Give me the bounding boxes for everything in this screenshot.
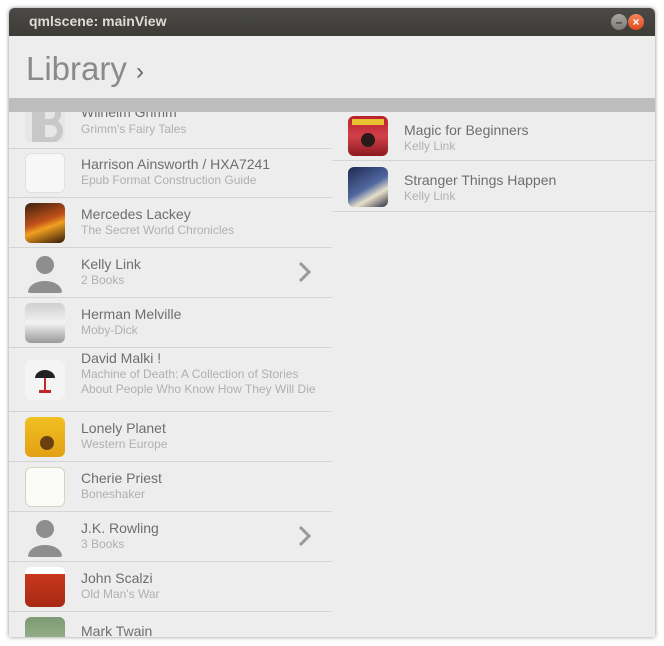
app-window: qmlscene: mainView – × Library › Wilhelm… bbox=[9, 8, 655, 637]
fire-cover bbox=[25, 203, 65, 243]
sunflower-cover bbox=[25, 417, 65, 457]
author-subtitle: Western Europe bbox=[81, 437, 168, 451]
book-author: Kelly Link bbox=[404, 189, 456, 203]
list-item[interactable]: Herman Melville Moby-Dick bbox=[9, 298, 332, 348]
author-list[interactable]: Wilhelm Grimm Grimm's Fairy Tales Harris… bbox=[9, 112, 332, 637]
author-subtitle: Old Man's War bbox=[81, 587, 160, 601]
list-item[interactable]: Kelly Link 2 Books bbox=[9, 248, 332, 298]
umbrella-cover bbox=[25, 360, 65, 400]
chevron-right-icon[interactable] bbox=[297, 261, 313, 283]
chevron-right-icon[interactable] bbox=[297, 525, 313, 547]
author-name: Harrison Ainsworth / HXA7241 bbox=[81, 156, 271, 172]
author-subtitle: Grimm's Fairy Tales bbox=[81, 122, 187, 136]
list-item[interactable]: Lonely Planet Western Europe bbox=[9, 412, 332, 462]
whale-cover bbox=[25, 303, 65, 343]
window-title: qmlscene: mainView bbox=[29, 13, 167, 29]
header-divider bbox=[9, 98, 655, 112]
author-name: Mercedes Lackey bbox=[81, 206, 191, 222]
author-subtitle: Boneshaker bbox=[81, 487, 146, 501]
author-subtitle: 2 Books bbox=[81, 273, 125, 287]
list-item[interactable]: John Scalzi Old Man's War bbox=[9, 562, 332, 612]
page-header: Library › bbox=[9, 36, 655, 98]
author-subtitle: Epub Format Construction Guide bbox=[81, 173, 257, 187]
book-title: Magic for Beginners bbox=[404, 122, 529, 138]
author-name: Mark Twain bbox=[81, 623, 153, 637]
book-list[interactable]: Magic for Beginners Kelly Link Stranger … bbox=[332, 112, 655, 637]
minimize-button[interactable]: – bbox=[611, 14, 627, 30]
author-name: Cherie Priest bbox=[81, 470, 162, 486]
list-item[interactable]: Cherie Priest Boneshaker bbox=[9, 462, 332, 512]
author-subtitle: Moby-Dick bbox=[81, 323, 138, 337]
list-item[interactable]: J.K. Rowling 3 Books bbox=[9, 512, 332, 562]
author-name: Lonely Planet bbox=[81, 420, 166, 436]
author-name: Wilhelm Grimm bbox=[81, 112, 177, 120]
book-title: Stranger Things Happen bbox=[404, 172, 557, 188]
list-item[interactable]: Mercedes Lackey The Secret World Chronic… bbox=[9, 198, 332, 248]
white-cover bbox=[25, 467, 65, 507]
author-name: Kelly Link bbox=[81, 256, 141, 272]
list-item[interactable]: Stranger Things Happen Kelly Link bbox=[332, 162, 655, 212]
page-title: Library bbox=[26, 50, 127, 87]
author-name: David Malki ! bbox=[81, 350, 162, 366]
author-subtitle: The Secret World Chronicles bbox=[81, 223, 235, 237]
list-item[interactable]: David Malki ! Machine of Death: A Collec… bbox=[9, 348, 332, 412]
blank-cover bbox=[25, 153, 65, 193]
person-icon bbox=[25, 517, 65, 557]
list-item[interactable]: Mark Twain bbox=[9, 612, 332, 637]
author-name: John Scalzi bbox=[81, 570, 153, 586]
stranger-cover bbox=[348, 167, 388, 207]
chevron-right-icon[interactable]: › bbox=[136, 58, 144, 86]
author-name: J.K. Rowling bbox=[81, 520, 159, 536]
green-cover bbox=[25, 617, 65, 637]
magic-cover bbox=[348, 116, 388, 156]
close-button[interactable]: × bbox=[628, 14, 644, 30]
list-item[interactable]: Harrison Ainsworth / HXA7241 Epub Format… bbox=[9, 148, 332, 198]
title-bar[interactable]: qmlscene: mainView – × bbox=[9, 8, 655, 36]
list-item[interactable]: Wilhelm Grimm Grimm's Fairy Tales bbox=[9, 112, 332, 149]
list-item[interactable]: Magic for Beginners Kelly Link bbox=[332, 112, 655, 161]
red-cover bbox=[25, 567, 65, 607]
author-subtitle: Machine of Death: A Collection of Storie… bbox=[81, 367, 316, 396]
person-icon bbox=[25, 253, 65, 293]
book-author: Kelly Link bbox=[404, 139, 456, 153]
author-name: Herman Melville bbox=[81, 306, 182, 322]
author-subtitle: 3 Books bbox=[81, 537, 125, 551]
letter-B-cover bbox=[25, 112, 65, 142]
